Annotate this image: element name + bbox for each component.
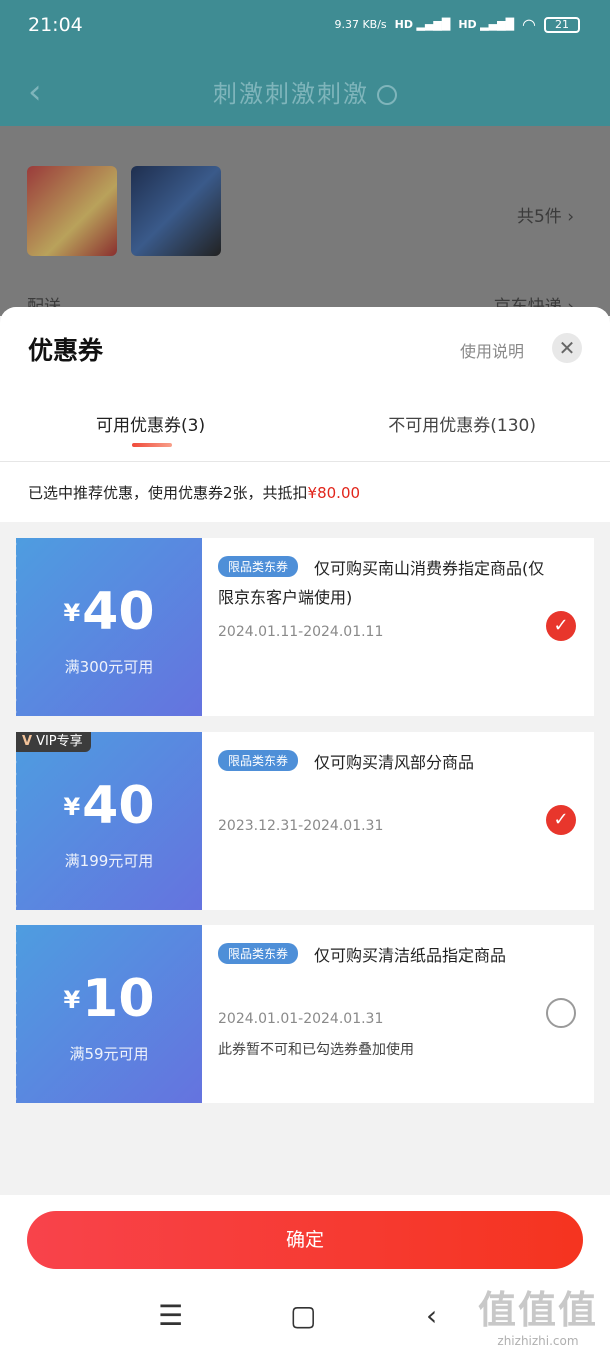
close-icon: ✕ <box>558 336 576 360</box>
location-pin-icon <box>377 85 397 105</box>
vip-icon: V <box>22 734 33 749</box>
coupon-condition: 满59元可用 <box>69 1045 149 1063</box>
coupon-card[interactable]: ¥10 满59元可用 限品类东券 仅可购买清洁纸品指定商品 2024.01.01… <box>12 925 594 1103</box>
coupon-value-panel: ¥40 满199元可用 <box>12 732 202 910</box>
page-header: ‹ 刺激刺激刺激 <box>0 56 610 126</box>
home-icon[interactable]: ▢ <box>290 1299 316 1332</box>
coupon-description: 仅可购买清风部分商品 <box>314 753 475 772</box>
confirm-button[interactable]: 确定 <box>27 1211 583 1269</box>
coupon-checkbox-unchecked[interactable] <box>546 998 576 1028</box>
coupon-description: 仅可购买南山消费券指定商品(仅限京东客户端使用) <box>218 559 545 607</box>
watermark: 值值值 zhizhizhi.com <box>477 1288 598 1348</box>
coupon-note: 此券暂不可和已勾选券叠加使用 <box>218 1042 414 1058</box>
coupon-dates: 2024.01.01-2024.01.31 <box>218 1011 384 1027</box>
coupon-value-panel: ¥10 满59元可用 <box>12 925 202 1103</box>
close-button[interactable]: ✕ <box>552 333 582 363</box>
coupon-checkbox-checked[interactable]: ✓ <box>546 805 576 835</box>
coupon-dates: 2023.12.31-2024.01.31 <box>218 818 384 834</box>
tab-available-coupons[interactable]: 可用优惠券(3) <box>96 411 205 436</box>
status-time: 21:04 <box>28 14 83 36</box>
menu-icon[interactable]: ☰ <box>158 1299 183 1332</box>
net-speed: 9.37 KB/s <box>334 18 387 31</box>
sheet-header: 优惠券 使用说明 ✕ 可用优惠券(3) 不可用优惠券(130) <box>0 307 610 462</box>
coupon-condition: 满199元可用 <box>64 852 154 870</box>
wifi-icon: ◠ <box>522 15 536 34</box>
discount-amount: ¥80.00 <box>307 484 361 502</box>
status-icons: 9.37 KB/s HD ▂▄▆█ HD ▂▄▆█ ◠ 21 <box>334 15 580 34</box>
coupon-amount: 40 <box>82 776 155 836</box>
coupon-card[interactable]: ¥40 满300元可用 限品类东券 仅可购买南山消费券指定商品(仅限京东客户端使… <box>12 538 594 716</box>
coupon-card[interactable]: V VIP专享 ¥40 满199元可用 限品类东券 仅可购买清风部分商品 2023… <box>12 732 594 910</box>
coupon-dates: 2024.01.11-2024.01.11 <box>218 624 384 640</box>
usage-instructions-link[interactable]: 使用说明 <box>460 338 524 362</box>
order-page-background: 共5件 › 配送 京东快递 › <box>0 126 610 317</box>
product-thumbnail <box>131 166 221 256</box>
coupon-value-panel: ¥40 满300元可用 <box>12 538 202 716</box>
sheet-title: 优惠券 <box>28 336 104 365</box>
coupon-amount: 40 <box>82 582 155 642</box>
coupon-checkbox-checked[interactable]: ✓ <box>546 611 576 641</box>
vip-badge: V VIP专享 <box>16 732 91 752</box>
signal-icon-2: HD ▂▄▆█ <box>458 18 515 31</box>
selection-summary: 已选中推荐优惠，使用优惠券2张，共抵扣¥80.00 <box>0 462 610 522</box>
item-count: 共5件 › <box>516 207 574 227</box>
product-thumbnail <box>27 166 117 256</box>
coupon-condition: 满300元可用 <box>64 658 154 676</box>
page-title: 刺激刺激刺激 <box>0 74 610 109</box>
coupon-amount: 10 <box>82 969 155 1029</box>
battery-icon: 21 <box>544 16 580 33</box>
status-bar: 21:04 9.37 KB/s HD ▂▄▆█ HD ▂▄▆█ ◠ 21 <box>0 0 610 56</box>
bottom-area: 确定 ☰ ▢ ‹ 值值值 zhizhizhi.com <box>0 1195 610 1356</box>
tab-unavailable-coupons[interactable]: 不可用优惠券(130) <box>388 411 536 436</box>
back-icon[interactable]: ‹ <box>426 1299 437 1332</box>
coupon-description: 仅可购买清洁纸品指定商品 <box>314 946 507 965</box>
signal-icon-1: HD ▂▄▆█ <box>394 18 451 31</box>
check-icon: ✓ <box>553 615 569 636</box>
active-tab-indicator <box>132 443 172 447</box>
check-icon: ✓ <box>553 809 569 830</box>
